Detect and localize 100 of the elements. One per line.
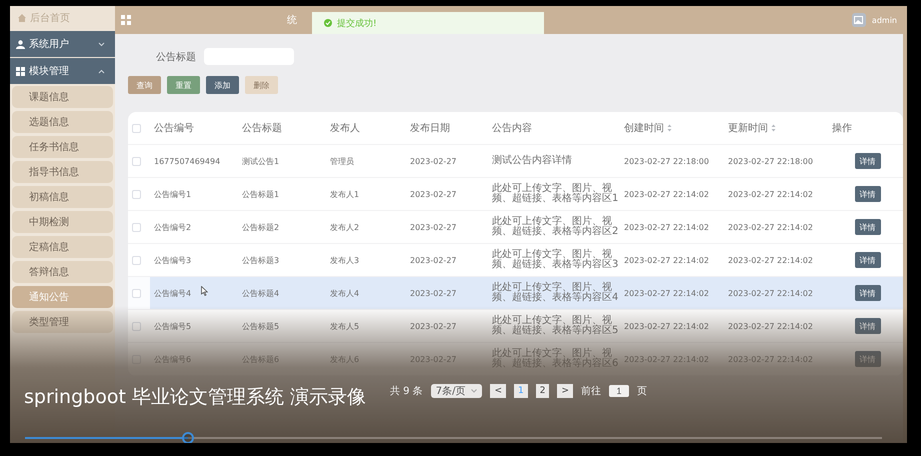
table-cell: 发布人2 bbox=[330, 222, 360, 232]
sidebar-item[interactable]: 中期检测 bbox=[12, 211, 113, 233]
table-cell: 公告标题1 bbox=[242, 188, 280, 200]
table-cell: 公告标题5 bbox=[242, 320, 280, 332]
grid-icon bbox=[16, 66, 25, 76]
table-cell-text: 此处可上传文字、图片、视频、超链接、表格等内容区1 bbox=[492, 184, 620, 204]
add-button[interactable]: 添加 bbox=[206, 76, 239, 94]
column-header[interactable]: 创建时间 bbox=[624, 121, 664, 135]
sidebar-item[interactable]: 任务书信息 bbox=[12, 136, 113, 158]
table-cell: 2023-02-27 22:14:02 bbox=[624, 190, 709, 198]
column-header: 操作 bbox=[832, 122, 852, 135]
table-cell: 公告编号3 bbox=[154, 254, 192, 266]
user-icon bbox=[16, 40, 25, 48]
column-header: 公告内容 bbox=[492, 122, 532, 135]
checkbox[interactable] bbox=[132, 256, 141, 264]
table-cell: 公告标题2 bbox=[242, 222, 280, 232]
avatar-icon[interactable] bbox=[852, 13, 866, 27]
table-cell-text: 此处可上传文字、图片、视频、超链接、表格等内容区4 bbox=[492, 283, 620, 303]
home-icon bbox=[18, 14, 26, 22]
query-button[interactable]: 查询 bbox=[128, 76, 161, 94]
table-cell-text: 此处可上传文字、图片、视频、超链接、表格等内容区3 bbox=[492, 250, 620, 270]
column-header: 公告编号 bbox=[154, 122, 194, 135]
table-cell: 2023-02-27 22:14:02 bbox=[624, 222, 709, 232]
sidebar-item[interactable]: 初稿信息 bbox=[12, 186, 113, 208]
table-cell: 公告编号5 bbox=[154, 320, 192, 332]
page-button[interactable]: 1 bbox=[514, 384, 528, 398]
table-cell: 测试公告内容详情 bbox=[492, 156, 572, 166]
table-cell: 2023-02-27 22:14:02 bbox=[624, 288, 709, 298]
table-cell: 2023-02-27 22:14:02 bbox=[728, 256, 813, 264]
checkbox[interactable] bbox=[132, 354, 141, 364]
table-cell: 公告编号1 bbox=[154, 188, 192, 200]
cursor-icon bbox=[201, 286, 208, 296]
caret-icon bbox=[471, 389, 478, 393]
reset-button[interactable]: 重置 bbox=[167, 76, 200, 94]
table-cell: 发布人4 bbox=[330, 288, 360, 298]
table-cell: 测试公告1 bbox=[242, 156, 280, 166]
sidebar-item[interactable]: 课题信息 bbox=[12, 86, 113, 108]
column-header[interactable]: 更新时间 bbox=[728, 121, 768, 135]
sidebar-item[interactable]: 选题信息 bbox=[12, 111, 113, 133]
sort-icon bbox=[771, 124, 776, 132]
checkbox[interactable] bbox=[132, 322, 141, 330]
table-cell: 2023-02-27 bbox=[410, 156, 456, 166]
table-cell: 发布人1 bbox=[330, 188, 360, 200]
success-toast: 提交成功! bbox=[312, 12, 544, 34]
detail-button[interactable]: 详情 bbox=[854, 285, 880, 301]
page-suffix: 页 bbox=[637, 385, 648, 398]
table-cell: 2023-02-27 22:14:02 bbox=[728, 322, 813, 330]
menu-group[interactable]: 模块管理 bbox=[10, 58, 115, 84]
table-cell: 2023-02-27 22:14:02 bbox=[728, 190, 813, 198]
table-cell: 2023-02-27 bbox=[410, 288, 456, 298]
table-cell: 管理员 bbox=[330, 156, 354, 166]
table-cell: 公告编号4 bbox=[154, 288, 192, 298]
page-size-select[interactable]: 7条/页 bbox=[430, 384, 482, 398]
table-cell: 2023-02-27 bbox=[410, 222, 456, 232]
table-cell: 1677507469494 bbox=[154, 156, 220, 166]
table-cell: 发布人5 bbox=[330, 320, 360, 332]
detail-button[interactable]: 详情 bbox=[854, 318, 880, 334]
check-icon bbox=[324, 19, 332, 27]
table-cell: 2023-02-27 22:18:00 bbox=[624, 156, 709, 166]
sidebar-item[interactable]: 答辩信息 bbox=[12, 261, 113, 283]
next-page-button[interactable]: > bbox=[557, 384, 574, 398]
checkbox[interactable] bbox=[132, 156, 141, 166]
table-cell: 公告标题3 bbox=[242, 254, 280, 266]
checkbox[interactable] bbox=[132, 222, 141, 232]
grid-icon bbox=[121, 15, 131, 25]
progress-handle[interactable] bbox=[182, 432, 194, 443]
column-header: 发布人 bbox=[330, 122, 360, 135]
detail-button[interactable]: 详情 bbox=[854, 153, 880, 169]
sidebar-item[interactable]: 类型管理 bbox=[12, 311, 113, 333]
menu-group[interactable]: 系统用户 bbox=[10, 31, 115, 57]
table-cell: 2023-02-27 22:14:02 bbox=[624, 322, 709, 330]
detail-button[interactable]: 详情 bbox=[854, 186, 880, 202]
sidebar-item[interactable]: 定稿信息 bbox=[12, 236, 113, 258]
table-cell: 2023-02-27 bbox=[410, 322, 456, 330]
table-cell: 2023-02-27 22:14:02 bbox=[728, 288, 813, 298]
checkbox[interactable] bbox=[132, 288, 141, 298]
table-cell: 公告标题4 bbox=[242, 288, 280, 298]
table-cell: 2023-02-27 22:14:02 bbox=[728, 222, 813, 232]
column-header: 公告标题 bbox=[242, 122, 282, 135]
video-caption: springboot 毕业论文管理系统 演示录像 bbox=[24, 385, 366, 410]
page-button[interactable]: 2 bbox=[536, 384, 550, 398]
checkbox[interactable] bbox=[132, 190, 141, 198]
total-count: 共 9 条 bbox=[390, 384, 423, 398]
table-cell: 公告编号2 bbox=[154, 222, 192, 232]
page-input[interactable]: 1 bbox=[609, 385, 630, 397]
detail-button[interactable]: 详情 bbox=[854, 252, 880, 268]
sort-icon bbox=[667, 124, 672, 132]
checkbox[interactable] bbox=[132, 124, 141, 132]
table-cell: 发布人3 bbox=[330, 254, 360, 266]
table-cell: 2023-02-27 bbox=[410, 256, 456, 264]
table-cell: 2023-02-27 22:18:00 bbox=[728, 156, 813, 166]
detail-button[interactable]: 详情 bbox=[854, 351, 880, 367]
field-label: 公告标题 bbox=[156, 50, 196, 64]
goto-label: 前往 bbox=[581, 384, 602, 398]
column-header: 发布日期 bbox=[410, 122, 450, 135]
sidebar-item[interactable]: 指导书信息 bbox=[12, 161, 113, 183]
previous-page-button[interactable]: < bbox=[490, 384, 506, 398]
page-title: 统 bbox=[287, 14, 297, 27]
table-cell-text: 此处可上传文字、图片、视频、超链接、表格等内容区2 bbox=[492, 217, 620, 237]
detail-button[interactable]: 详情 bbox=[854, 219, 880, 235]
